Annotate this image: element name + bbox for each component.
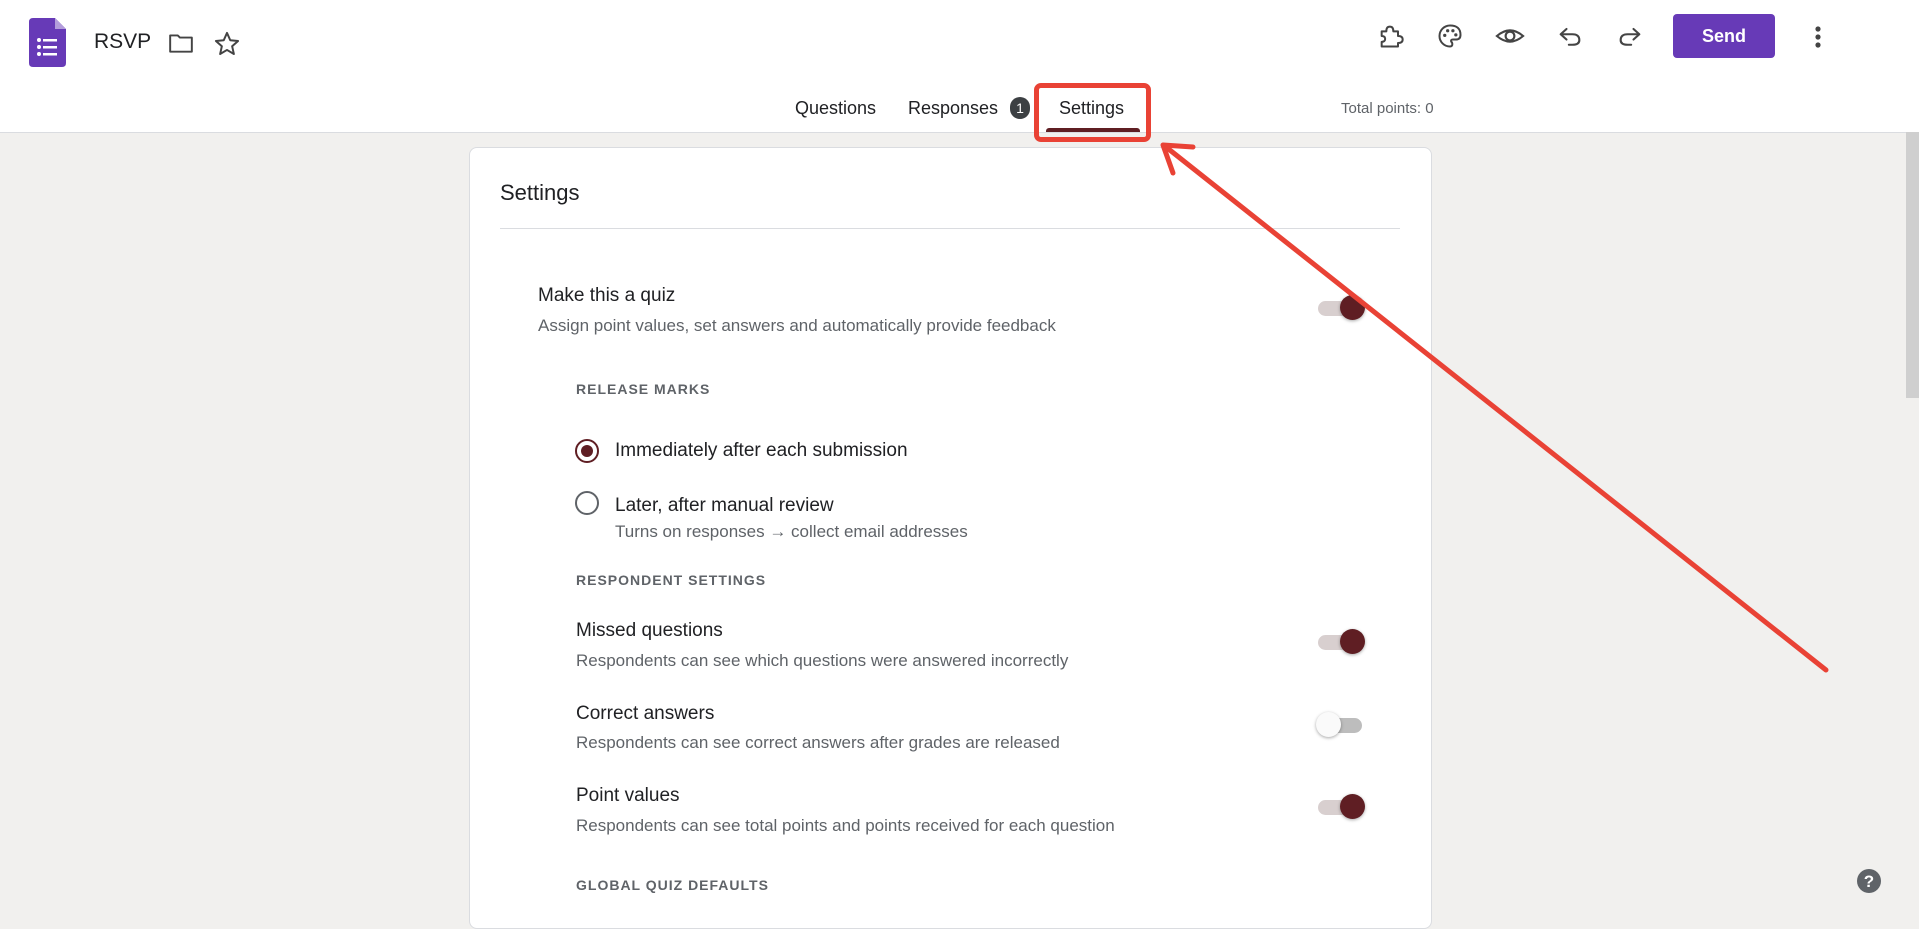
star-icon[interactable] bbox=[213, 30, 241, 58]
quiz-setting-title: Make this a quiz bbox=[538, 285, 676, 306]
correct-answers-title: Correct answers bbox=[576, 703, 715, 724]
folder-icon[interactable] bbox=[168, 30, 194, 56]
radio-immediately[interactable] bbox=[575, 439, 599, 463]
settings-tab-highlight bbox=[1034, 83, 1151, 142]
point-values-title: Point values bbox=[576, 785, 680, 806]
scrollbar-thumb[interactable] bbox=[1906, 132, 1919, 398]
quiz-toggle[interactable] bbox=[1316, 295, 1366, 321]
more-vert-icon[interactable] bbox=[1803, 22, 1833, 52]
correct-answers-desc: Respondents can see correct answers afte… bbox=[576, 733, 1060, 752]
top-bar: RSVP Send Questions Responses 1 Settings… bbox=[0, 0, 1919, 133]
google-forms-icon[interactable] bbox=[29, 18, 66, 67]
missed-questions-title: Missed questions bbox=[576, 620, 723, 641]
missed-questions-toggle[interactable] bbox=[1316, 629, 1366, 655]
quiz-setting-desc: Assign point values, set answers and aut… bbox=[538, 316, 1056, 335]
radio-immediately-label[interactable]: Immediately after each submission bbox=[615, 440, 908, 462]
radio-later-label[interactable]: Later, after manual review bbox=[615, 495, 834, 517]
settings-card-title: Settings bbox=[500, 180, 580, 205]
radio-later-note: Turns on responses → collect email addre… bbox=[615, 522, 968, 541]
radio-later[interactable] bbox=[575, 491, 599, 515]
total-points: Total points: 0 bbox=[1341, 100, 1434, 117]
global-quiz-defaults-label: GLOBAL QUIZ DEFAULTS bbox=[576, 877, 769, 893]
responses-count-badge: 1 bbox=[1010, 97, 1030, 119]
point-values-desc: Respondents can see total points and poi… bbox=[576, 816, 1115, 835]
palette-icon[interactable] bbox=[1435, 21, 1465, 51]
missed-questions-desc: Respondents can see which questions were… bbox=[576, 651, 1069, 670]
card-divider bbox=[500, 228, 1400, 229]
puzzle-piece-icon[interactable] bbox=[1376, 21, 1406, 51]
svg-text:?: ? bbox=[1864, 872, 1874, 891]
send-button[interactable]: Send bbox=[1673, 14, 1775, 58]
release-marks-label: RELEASE MARKS bbox=[576, 381, 711, 397]
point-values-toggle[interactable] bbox=[1316, 794, 1366, 820]
eye-icon[interactable] bbox=[1495, 21, 1525, 51]
document-title[interactable]: RSVP bbox=[94, 30, 151, 54]
redo-icon[interactable] bbox=[1615, 21, 1645, 51]
tab-responses[interactable]: Responses bbox=[908, 98, 998, 119]
respondent-settings-label: RESPONDENT SETTINGS bbox=[576, 572, 767, 588]
tab-questions[interactable]: Questions bbox=[795, 98, 876, 119]
correct-answers-toggle[interactable] bbox=[1316, 712, 1366, 738]
help-icon[interactable]: ? bbox=[1856, 868, 1882, 894]
undo-icon[interactable] bbox=[1555, 21, 1585, 51]
settings-card: Settings Make this a quiz Assign point v… bbox=[469, 147, 1432, 929]
